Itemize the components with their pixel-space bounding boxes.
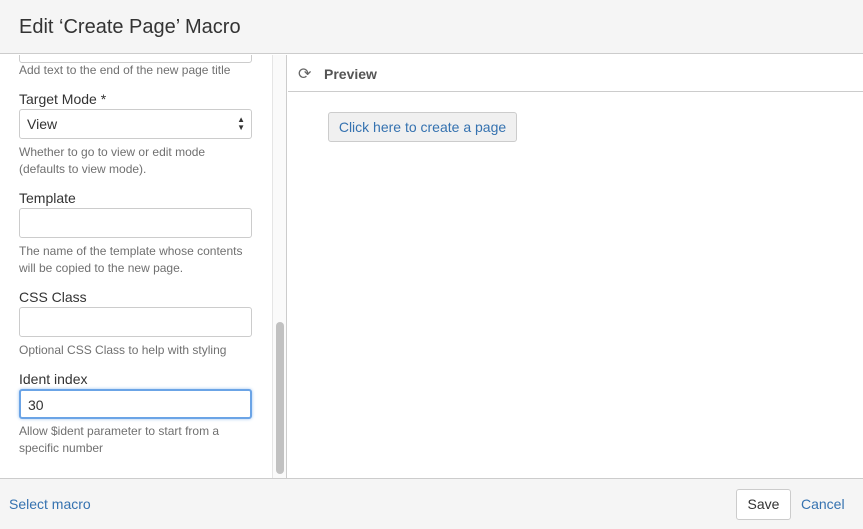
cancel-link[interactable]: Cancel [801, 496, 845, 512]
template-desc: The name of the template whose contents … [19, 244, 243, 275]
css-class-input[interactable] [19, 307, 252, 337]
ident-index-label: Ident index [19, 371, 88, 387]
macro-parameters-panel: Add text to the end of the new page titl… [0, 55, 287, 478]
dialog-title: Edit ‘Create Page’ Macro [19, 16, 241, 38]
target-mode-label: Target Mode * [19, 91, 107, 107]
dialog-footer: Select macro Save Cancel [0, 478, 863, 529]
template-label: Template [19, 190, 76, 206]
css-class-desc: Optional CSS Class to help with styling [19, 343, 227, 357]
template-input[interactable] [19, 208, 252, 238]
css-class-label: CSS Class [19, 289, 87, 305]
target-mode-desc: Whether to go to view or edit mode (defa… [19, 145, 206, 176]
target-mode-value: View [27, 116, 58, 132]
select-arrows-icon: ▲ ▼ [237, 115, 245, 132]
scrollbar-thumb[interactable] [276, 322, 284, 474]
select-macro-link[interactable]: Select macro [9, 496, 91, 512]
ident-index-input[interactable]: 30 [19, 389, 252, 419]
dialog-header: Edit ‘Create Page’ Macro [0, 0, 863, 54]
preview-title: Preview [324, 66, 377, 82]
refresh-icon[interactable]: ⟳ [298, 64, 311, 84]
save-button[interactable]: Save [736, 489, 791, 520]
preview-header: ⟳ Preview [288, 55, 863, 92]
ident-index-desc: Allow $ident parameter to start from a s… [19, 424, 220, 455]
target-mode-select[interactable]: View ▲ ▼ [19, 109, 252, 139]
scrollbar[interactable] [272, 55, 286, 478]
title-suffix-desc: Add text to the end of the new page titl… [19, 63, 231, 77]
create-page-button[interactable]: Click here to create a page [328, 112, 517, 142]
